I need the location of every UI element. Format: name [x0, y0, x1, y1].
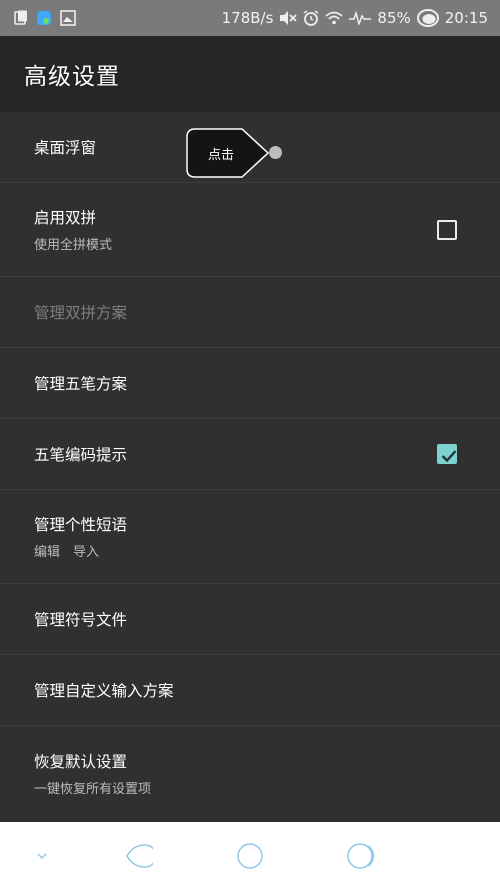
hide-keyboard-icon[interactable]: [26, 840, 58, 872]
home-icon[interactable]: [234, 840, 266, 872]
setting-enable-shuangpin[interactable]: 启用双拼 使用全拼模式: [0, 183, 500, 277]
check-icon: [441, 450, 457, 463]
status-bar-right: 178B/s 85% 20:15: [222, 9, 488, 27]
setting-restore-defaults[interactable]: 恢复默认设置 一键恢复所有设置项: [0, 726, 500, 820]
setting-subtitle: 使用全拼模式: [34, 238, 113, 253]
tooltip-label: 点击: [207, 147, 234, 163]
tap-hint-tooltip: 点击: [186, 128, 270, 178]
status-bar-left: [14, 10, 76, 26]
app-icon: [36, 10, 52, 26]
setting-subtitle: 一键恢复所有设置项: [34, 781, 152, 797]
mute-icon: [279, 10, 298, 26]
settings-list: 桌面浮窗 启用双拼 使用全拼模式 管理双拼方案 管理五笔方案 五笔编码提示 管理…: [0, 112, 500, 820]
setting-title: 管理双拼方案: [34, 304, 128, 322]
setting-title: 启用双拼: [34, 209, 97, 227]
battery-percent: 85%: [377, 9, 411, 27]
setting-title: 管理五笔方案: [34, 375, 128, 393]
setting-title: 恢复默认设置: [34, 752, 128, 771]
clock: 20:15: [444, 9, 488, 27]
setting-title: 五笔编码提示: [34, 446, 128, 464]
setting-manage-custom-input[interactable]: 管理自定义输入方案: [0, 655, 500, 726]
setting-manage-symbols[interactable]: 管理符号文件: [0, 584, 500, 655]
battery-icon: [416, 9, 439, 27]
signal-icon: [349, 11, 372, 25]
back-icon[interactable]: [122, 840, 154, 872]
tap-target-dot[interactable]: [269, 146, 282, 159]
setting-manage-shuangpin: 管理双拼方案: [0, 277, 500, 348]
recents-icon[interactable]: [346, 840, 378, 872]
setting-manage-phrases[interactable]: 管理个性短语 编辑 导入: [0, 490, 500, 584]
setting-title: 管理符号文件: [34, 611, 128, 629]
setting-subtitle: 编辑 导入: [34, 545, 100, 560]
network-speed: 178B/s: [221, 9, 274, 27]
clipboard-icon: [14, 10, 28, 26]
wifi-icon: [325, 11, 344, 25]
setting-title: 管理自定义输入方案: [34, 682, 174, 700]
image-icon: [60, 10, 76, 26]
page-title: 高级设置: [24, 64, 120, 90]
shuangpin-checkbox[interactable]: [437, 219, 457, 240]
wubi-hint-checkbox[interactable]: [437, 444, 457, 464]
setting-title: 管理个性短语: [34, 516, 128, 534]
setting-wubi-hint[interactable]: 五笔编码提示: [0, 419, 500, 490]
app-bar: 高级设置: [0, 36, 500, 112]
setting-manage-wubi[interactable]: 管理五笔方案: [0, 348, 500, 419]
alarm-icon: [303, 10, 319, 26]
navigation-bar: [0, 822, 500, 888]
status-bar: 178B/s 85% 20:15: [0, 0, 500, 36]
